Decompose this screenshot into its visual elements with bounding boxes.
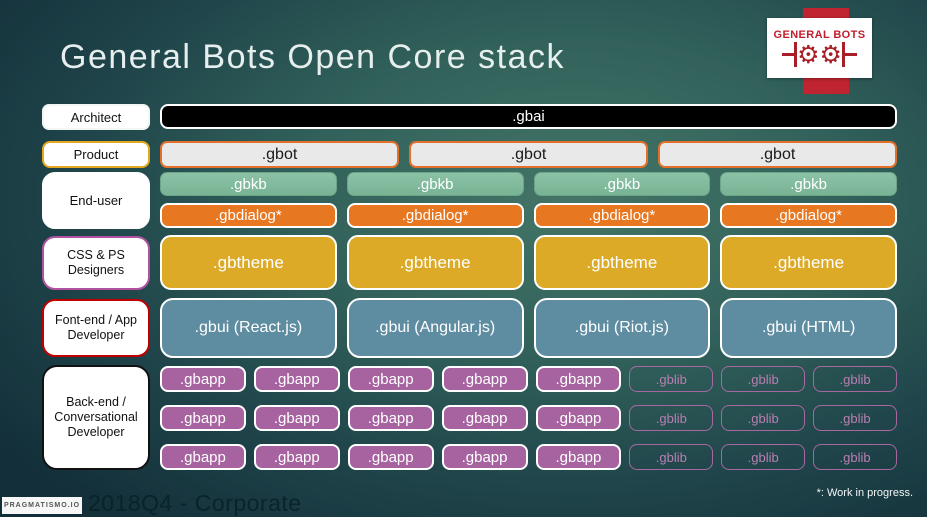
role-label-text: End-user (69, 193, 123, 208)
role-label-line: Font-end / App (54, 313, 137, 327)
row-gbot: .gbot .gbot .gbot (160, 141, 897, 168)
gbui-react-box: .gbui (React.js) (160, 298, 337, 358)
gblib-box: .gblib (629, 366, 714, 392)
slide: General Bots Open Core stack GENERAL BOT… (0, 0, 927, 517)
gbapp-box: .gbapp (535, 444, 622, 470)
gbkb-box: .gbkb (346, 172, 524, 196)
gbtheme-box: .gbtheme (160, 235, 337, 290)
gbtheme-box: .gbtheme (533, 235, 711, 290)
gear-icon: ⚙ (797, 40, 820, 69)
gbapp-box: .gbapp (535, 366, 622, 392)
gbkb-box: .gbkb (720, 172, 897, 196)
gbtheme-box: .gbtheme (346, 235, 524, 290)
gbkb-box: .gbkb (533, 172, 711, 196)
row-gbkb: .gbkb .gbkb .gbkb .gbkb (160, 172, 897, 196)
gbkb-box: .gbkb (160, 172, 337, 196)
role-label-designers: CSS & PS Designers (42, 236, 150, 290)
role-label-frontend-developer: Font-end / App Developer (42, 299, 150, 357)
gblib-box: .gblib (629, 405, 714, 431)
general-bots-logo: GENERAL BOTS ⚙ ⚙ (767, 18, 872, 78)
gbdialog-box: .gbdialog* (346, 203, 524, 228)
gbapp-box: .gbapp (160, 444, 246, 470)
role-label-text: Architect (70, 109, 122, 125)
role-label-backend-developer: Back-end / Conversational Developer (42, 365, 150, 470)
gbui-angular-box: .gbui (Angular.js) (346, 298, 524, 358)
gblib-box: .gblib (629, 444, 714, 470)
role-label-line: Developer (67, 425, 125, 439)
page-title: General Bots Open Core stack (60, 38, 566, 76)
gbapp-box: .gbapp (441, 444, 528, 470)
gbdialog-box: .gbdialog* (160, 203, 337, 228)
row-gbai: .gbai (160, 104, 897, 129)
role-label-text: Product (73, 147, 119, 162)
role-label-end-user: End-user (42, 172, 150, 229)
gbapp-box: .gbapp (253, 366, 340, 392)
gbot-box: .gbot (658, 141, 897, 168)
gbapp-box: .gbapp (441, 405, 528, 431)
gbot-box: .gbot (409, 141, 648, 168)
gbapp-box: .gbapp (253, 444, 340, 470)
gbapp-box: .gbapp (347, 405, 434, 431)
role-label-line: CSS & PS (67, 248, 125, 262)
gbai-box: .gbai (160, 104, 897, 129)
gblib-box: .gblib (813, 366, 897, 392)
gblib-box: .gblib (721, 444, 806, 470)
gblib-box: .gblib (813, 405, 897, 431)
footer-caption: 2018Q4 - Corporate (88, 490, 302, 516)
gbapp-box: .gbapp (347, 366, 434, 392)
role-label-product: Product (42, 141, 150, 168)
gears-icon: ⚙ ⚙ (782, 40, 857, 69)
gbapp-box: .gbapp (160, 405, 246, 431)
row-gbdialog: .gbdialog* .gbdialog* .gbdialog* .gbdial… (160, 203, 897, 228)
role-label-line: Designers (67, 263, 125, 277)
gear-icon: ⚙ (819, 40, 842, 69)
role-label-line: Back-end / (66, 395, 126, 409)
gbapp-box: .gbapp (535, 405, 622, 431)
gbapp-box: .gbapp (253, 405, 340, 431)
gear-tick-right (841, 42, 857, 67)
gbapp-box: .gbapp (160, 366, 246, 392)
role-label-architect: Architect (42, 104, 150, 130)
gbdialog-box: .gbdialog* (720, 203, 897, 228)
gbdialog-box: .gbdialog* (533, 203, 711, 228)
row-backend-1: .gbapp .gbapp .gbapp .gbapp .gbapp .gbli… (160, 366, 897, 392)
role-label-line: Conversational (54, 410, 138, 424)
gbtheme-box: .gbtheme (720, 235, 897, 290)
pragmatismo-watermark: PRAGMATISMO.IO (2, 497, 82, 514)
gblib-box: .gblib (813, 444, 897, 470)
row-backend-3: .gbapp .gbapp .gbapp .gbapp .gbapp .gbli… (160, 444, 897, 470)
work-in-progress-note: *: Work in progress. (816, 487, 913, 499)
gbapp-box: .gbapp (347, 444, 434, 470)
gbot-box: .gbot (160, 141, 399, 168)
gbui-riot-box: .gbui (Riot.js) (533, 298, 711, 358)
gear-tick-left (782, 42, 798, 67)
row-backend-2: .gbapp .gbapp .gbapp .gbapp .gbapp .gbli… (160, 405, 897, 431)
role-label-line: Developer (67, 328, 125, 342)
gbapp-box: .gbapp (441, 366, 528, 392)
gblib-box: .gblib (721, 405, 806, 431)
gbui-html-box: .gbui (HTML) (720, 298, 897, 358)
row-gbtheme: .gbtheme .gbtheme .gbtheme .gbtheme (160, 235, 897, 290)
gblib-box: .gblib (721, 366, 806, 392)
row-gbui: .gbui (React.js) .gbui (Angular.js) .gbu… (160, 298, 897, 358)
